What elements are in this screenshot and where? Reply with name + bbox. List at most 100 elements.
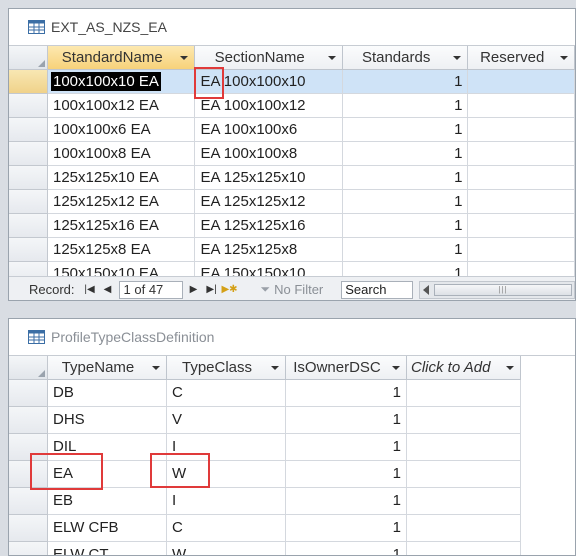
column-header-click-to-add[interactable]: Click to Add (407, 356, 521, 380)
cell-sectionname[interactable]: EA 100x100x10 (195, 70, 343, 94)
table-row[interactable]: 100x100x12 EA EA 100x100x12 1 (9, 94, 575, 118)
cell-reserved[interactable] (468, 214, 575, 238)
table-row[interactable]: DIL I 1 (9, 434, 575, 461)
cell-reserved[interactable] (468, 70, 575, 94)
row-selector[interactable] (9, 380, 48, 407)
table-row[interactable]: DHS V 1 (9, 407, 575, 434)
chevron-down-icon[interactable] (392, 366, 400, 370)
cell-standards[interactable]: 1 (342, 214, 469, 238)
row-selector[interactable] (9, 262, 48, 276)
table-row[interactable]: EB I 1 (9, 488, 575, 515)
table-row[interactable]: EA W 1 (9, 461, 575, 488)
cell-typename[interactable]: DIL (48, 434, 167, 461)
cell-typename[interactable]: DHS (48, 407, 167, 434)
cell-standards[interactable]: 1 (342, 142, 469, 166)
cell-standardname[interactable]: 125x125x10 EA (48, 166, 196, 190)
cell-standardname[interactable]: 125x125x8 EA (48, 238, 196, 262)
cell-typeclass[interactable]: I (167, 488, 286, 515)
previous-record-icon[interactable]: ◀ (99, 281, 117, 299)
column-header-standardname[interactable]: StandardName (48, 46, 196, 70)
column-header-isownerdsc[interactable]: IsOwnerDSC (286, 356, 407, 380)
cell-standardname[interactable]: 125x125x16 EA (48, 214, 196, 238)
column-header-reserved[interactable]: Reserved (468, 46, 575, 70)
next-record-icon[interactable]: ▶ (185, 281, 203, 299)
cell-isownerdsc[interactable]: 1 (286, 380, 407, 407)
row-selector[interactable] (9, 515, 48, 542)
search-input[interactable]: Search (341, 280, 414, 299)
cell-sectionname[interactable]: EA 100x100x6 (195, 118, 343, 142)
cell-typename[interactable]: DB (48, 380, 167, 407)
cell-standardname[interactable]: 100x100x12 EA (48, 94, 196, 118)
row-selector[interactable] (9, 214, 48, 238)
cell-standards[interactable]: 1 (342, 118, 469, 142)
table-row[interactable]: 100x100x6 EA EA 100x100x6 1 (9, 118, 575, 142)
cell-typeclass[interactable]: W (167, 461, 286, 488)
select-all-corner[interactable] (9, 46, 48, 70)
chevron-down-icon[interactable] (180, 56, 189, 60)
cell-reserved[interactable] (468, 94, 575, 118)
cell-isownerdsc[interactable]: 1 (286, 542, 407, 555)
cell-typeclass[interactable]: I (167, 434, 286, 461)
cell-typename[interactable]: ELW CFB (48, 515, 167, 542)
cell-sectionname[interactable]: EA 100x100x8 (195, 142, 343, 166)
table-row[interactable]: 125x125x16 EA EA 125x125x16 1 (9, 214, 575, 238)
table-row[interactable]: DB C 1 (9, 380, 575, 407)
row-selector[interactable] (9, 238, 48, 262)
cell-isownerdsc[interactable]: 1 (286, 461, 407, 488)
scrollbar-thumb[interactable]: ||| (434, 283, 572, 296)
cell-reserved[interactable] (468, 142, 575, 166)
cell-typeclass[interactable]: C (167, 380, 286, 407)
cell-standards[interactable]: 1 (342, 94, 469, 118)
cell-standards[interactable]: 1 (342, 166, 469, 190)
row-selector[interactable] (9, 190, 48, 214)
cell-click-to-add[interactable] (407, 542, 521, 555)
cell-sectionname[interactable]: EA 125x125x16 (195, 214, 343, 238)
chevron-down-icon[interactable] (506, 366, 514, 370)
table-row[interactable]: 100x100x8 EA EA 100x100x8 1 (9, 142, 575, 166)
row-selector[interactable] (9, 94, 48, 118)
chevron-down-icon[interactable] (327, 56, 336, 60)
cell-standardname[interactable]: 100x100x6 EA (48, 118, 196, 142)
cell-sectionname[interactable]: EA 150x150x10 (195, 262, 343, 276)
cell-isownerdsc[interactable]: 1 (286, 488, 407, 515)
table-row[interactable]: 125x125x12 EA EA 125x125x12 1 (9, 190, 575, 214)
column-header-typename[interactable]: TypeName (48, 356, 167, 380)
horizontal-scrollbar[interactable]: ||| (419, 280, 575, 299)
row-selector[interactable] (9, 70, 48, 94)
cell-click-to-add[interactable] (407, 380, 521, 407)
cell-click-to-add[interactable] (407, 488, 521, 515)
chevron-down-icon[interactable] (271, 366, 279, 370)
cell-standards[interactable]: 1 (342, 190, 469, 214)
row-selector[interactable] (9, 461, 48, 488)
row-selector[interactable] (9, 542, 48, 555)
cell-reserved[interactable] (468, 118, 575, 142)
new-record-icon[interactable]: ▶✱ (221, 281, 239, 299)
table-row[interactable]: 125x125x8 EA EA 125x125x8 1 (9, 238, 575, 262)
table-row[interactable]: 150x150x10 EA EA 150x150x10 1 (9, 262, 575, 276)
cell-typeclass[interactable]: V (167, 407, 286, 434)
cell-click-to-add[interactable] (407, 461, 521, 488)
scroll-left-icon[interactable] (423, 284, 430, 295)
chevron-down-icon[interactable] (560, 56, 568, 60)
cell-sectionname[interactable]: EA 125x125x8 (195, 238, 343, 262)
first-record-icon[interactable]: |◀ (81, 281, 99, 299)
table-row[interactable]: 100x100x10 EA EA 100x100x10 1 (9, 70, 575, 94)
cell-typename[interactable]: EB (48, 488, 167, 515)
row-selector[interactable] (9, 118, 48, 142)
cell-standardname[interactable]: 150x150x10 EA (48, 262, 196, 276)
cell-reserved[interactable] (468, 166, 575, 190)
cell-click-to-add[interactable] (407, 515, 521, 542)
table-row[interactable]: ELW CT W 1 (9, 542, 575, 555)
cell-typename[interactable]: ELW CT (48, 542, 167, 555)
no-filter-button[interactable]: ⏷ No Filter (261, 282, 324, 297)
cell-sectionname[interactable]: EA 100x100x12 (195, 94, 343, 118)
row-selector[interactable] (9, 407, 48, 434)
cell-click-to-add[interactable] (407, 407, 521, 434)
cell-standardname[interactable]: 125x125x12 EA (48, 190, 196, 214)
select-all-corner[interactable] (9, 356, 48, 380)
column-header-sectionname[interactable]: SectionName (195, 46, 343, 70)
cell-sectionname[interactable]: EA 125x125x12 (195, 190, 343, 214)
cell-reserved[interactable] (468, 190, 575, 214)
cell-isownerdsc[interactable]: 1 (286, 515, 407, 542)
cell-sectionname[interactable]: EA 125x125x10 (195, 166, 343, 190)
